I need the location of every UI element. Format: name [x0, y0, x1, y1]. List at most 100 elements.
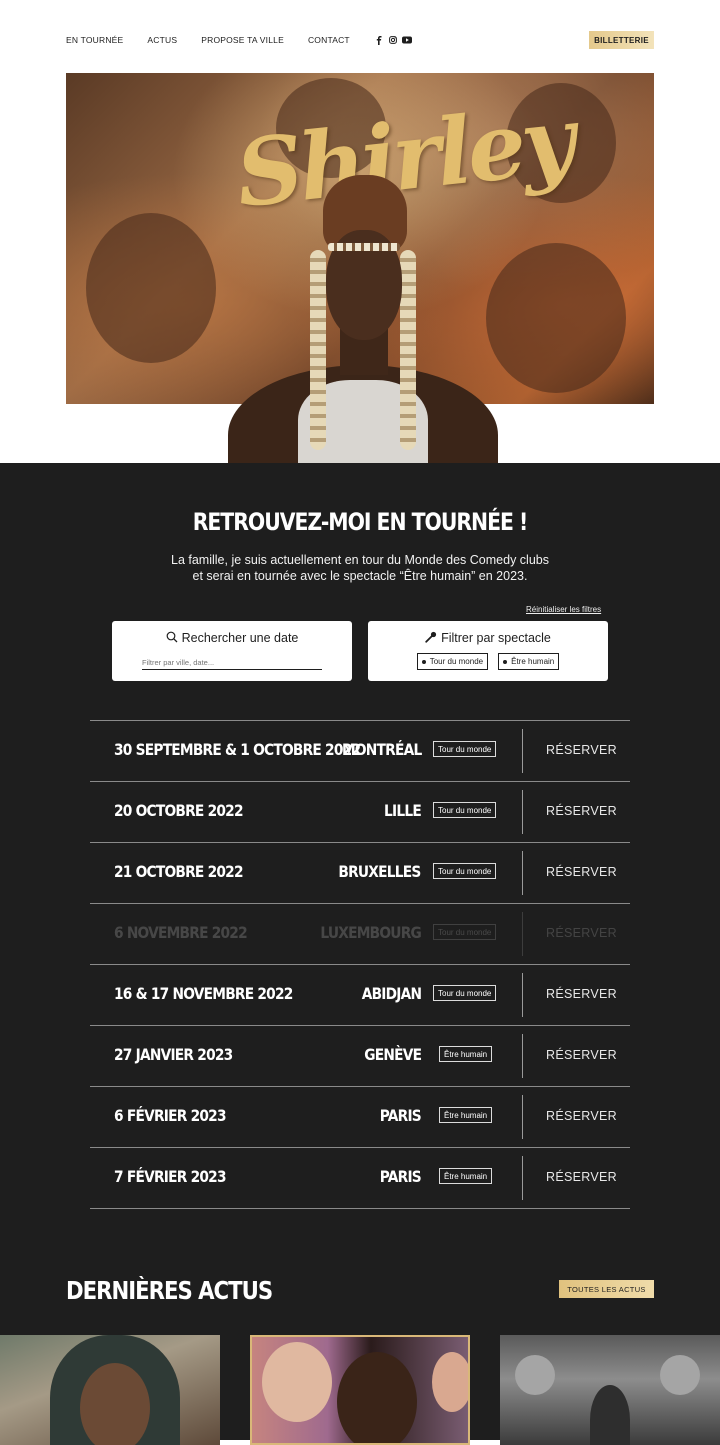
show-filter-label: Filtrer par spectacle	[441, 631, 551, 645]
date-search-label-row: Rechercher une date	[112, 631, 352, 646]
reserve-button[interactable]: RÉSERVER	[546, 1109, 617, 1123]
date-search-input[interactable]	[142, 655, 322, 670]
card-chandelier	[515, 1355, 555, 1395]
nav-link-actus[interactable]: ACTUS	[147, 35, 177, 45]
row-divider	[522, 973, 523, 1017]
reserve-button[interactable]: RÉSERVER	[546, 987, 617, 1001]
chip-dot-icon	[421, 659, 426, 664]
tour-intro-line: et serai en tournée avec le spectacle “Ê…	[192, 569, 528, 583]
filter-chip-etre-humain[interactable]: Être humain	[498, 653, 560, 670]
card-face	[262, 1342, 332, 1422]
tour-intro: La famille, je suis actuellement en tour…	[0, 552, 720, 584]
show-filter-options: Tour du monde Être humain	[368, 653, 608, 670]
tour-date: 16 & 17 NOVEMBRE 2022	[114, 984, 293, 1003]
reserve-button[interactable]: RÉSERVER	[546, 804, 617, 818]
tour-city: BRUXELLES	[338, 862, 422, 881]
tour-date-row: 21 OCTOBRE 2022 BRUXELLES Tour du monde …	[90, 842, 630, 903]
row-divider	[522, 790, 523, 834]
nav-link-contact[interactable]: CONTACT	[308, 35, 350, 45]
tour-date-row: 20 OCTOBRE 2022 LILLE Tour du monde RÉSE…	[90, 781, 630, 842]
filter-chip-label: Tour du monde	[429, 657, 484, 666]
tour-date-row: 6 FÉVRIER 2023 PARIS Être humain RÉSERVE…	[90, 1086, 630, 1147]
portrait-headband	[328, 243, 400, 251]
tour-date: 6 NOVEMBRE 2022	[114, 923, 248, 942]
chip-dot-icon	[503, 659, 508, 664]
card-face	[337, 1352, 417, 1443]
row-divider	[522, 912, 523, 956]
hero-portrait	[228, 175, 498, 463]
tour-city: PARIS	[379, 1106, 422, 1125]
nav-link-en-tournee[interactable]: EN TOURNÉE	[66, 35, 123, 45]
card-face	[432, 1352, 468, 1412]
row-divider	[522, 1095, 523, 1139]
show-tag: Tour du monde	[433, 985, 497, 1001]
hero-background-figure	[86, 213, 216, 363]
tour-city: MONTRÉAL	[341, 740, 421, 759]
filter-chip-label: Être humain	[511, 657, 555, 666]
show-tag: Être humain	[439, 1107, 493, 1123]
billetterie-button[interactable]: BILLETTERIE	[589, 31, 654, 49]
news-card[interactable]	[500, 1335, 720, 1445]
nav-links: EN TOURNÉE ACTUS PROPOSE TA VILLE CONTAC…	[66, 35, 416, 45]
instagram-icon[interactable]	[388, 35, 398, 45]
reserve-button[interactable]: RÉSERVER	[546, 743, 617, 757]
top-navigation: EN TOURNÉE ACTUS PROPOSE TA VILLE CONTAC…	[0, 0, 720, 80]
tour-city: ABIDJAN	[361, 984, 421, 1003]
tour-date-row-past: 6 NOVEMBRE 2022 LUXEMBOURG Tour du monde…	[90, 903, 630, 964]
row-divider	[522, 1156, 523, 1200]
reserve-button[interactable]: RÉSERVER	[546, 1048, 617, 1062]
show-tag: Tour du monde	[433, 802, 497, 818]
show-tag: Tour du monde	[433, 741, 497, 757]
card-arch	[590, 1385, 630, 1445]
news-section-title: DERNIÈRES ACTUS	[66, 1276, 273, 1305]
facebook-icon[interactable]	[374, 35, 384, 45]
tour-city: GENÈVE	[363, 1045, 422, 1064]
all-news-button[interactable]: TOUTES LES ACTUS	[559, 1280, 654, 1298]
show-tag: Tour du monde	[433, 863, 497, 879]
tour-section: RETROUVEZ-MOI EN TOURNÉE ! La famille, j…	[0, 463, 720, 1445]
date-search-label: Rechercher une date	[181, 631, 299, 645]
reset-filters-link[interactable]: Réinitialiser les filtres	[526, 605, 601, 614]
row-divider	[522, 729, 523, 773]
tour-intro-line: La famille, je suis actuellement en tour…	[171, 553, 549, 567]
tour-date: 7 FÉVRIER 2023	[114, 1167, 227, 1186]
show-filter-box: Filtrer par spectacle Tour du monde Être…	[368, 621, 608, 681]
search-icon	[166, 631, 178, 646]
reserve-button[interactable]: RÉSERVER	[546, 865, 617, 879]
news-card[interactable]	[0, 1335, 220, 1445]
hero-background-figure	[486, 243, 626, 393]
youtube-icon[interactable]	[401, 35, 412, 45]
news-card-selected[interactable]	[250, 1335, 470, 1445]
social-links	[374, 35, 416, 45]
tour-city: LUXEMBOURG	[320, 923, 421, 942]
row-divider	[522, 1034, 523, 1078]
tour-date: 21 OCTOBRE 2022	[114, 862, 244, 881]
reserve-button-disabled: RÉSERVER	[546, 926, 617, 940]
tour-date: 27 JANVIER 2023	[114, 1045, 233, 1064]
portrait-braid	[310, 250, 326, 450]
tour-date-row: 16 & 17 NOVEMBRE 2022 ABIDJAN Tour du mo…	[90, 964, 630, 1025]
show-tag: Être humain	[439, 1168, 493, 1184]
tour-city: PARIS	[379, 1167, 422, 1186]
tour-date-row: 30 SEPTEMBRE & 1 OCTOBRE 2022 MONTRÉAL T…	[90, 720, 630, 781]
microphone-icon	[425, 631, 437, 646]
tour-date-row: 7 FÉVRIER 2023 PARIS Être humain RÉSERVE…	[90, 1147, 630, 1209]
tour-section-title: RETROUVEZ-MOI EN TOURNÉE !	[192, 508, 529, 536]
card-face	[80, 1363, 150, 1445]
date-search-box: Rechercher une date	[112, 621, 352, 681]
tour-date: 6 FÉVRIER 2023	[114, 1106, 227, 1125]
tour-dates-list: 30 SEPTEMBRE & 1 OCTOBRE 2022 MONTRÉAL T…	[90, 720, 630, 1209]
tour-date: 20 OCTOBRE 2022	[114, 801, 244, 820]
portrait-braid	[400, 250, 416, 450]
tour-city: LILLE	[384, 801, 422, 820]
tour-date-row: 27 JANVIER 2023 GENÈVE Être humain RÉSER…	[90, 1025, 630, 1086]
show-filter-label-row: Filtrer par spectacle	[368, 631, 608, 646]
show-tag: Tour du monde	[433, 924, 497, 940]
reserve-button[interactable]: RÉSERVER	[546, 1170, 617, 1184]
filter-chip-tour-du-monde[interactable]: Tour du monde	[416, 653, 489, 670]
tour-date: 30 SEPTEMBRE & 1 OCTOBRE 2022	[114, 740, 361, 759]
show-tag: Être humain	[439, 1046, 493, 1062]
card-chandelier	[660, 1355, 700, 1395]
nav-link-propose-ta-ville[interactable]: PROPOSE TA VILLE	[201, 35, 284, 45]
row-divider	[522, 851, 523, 895]
